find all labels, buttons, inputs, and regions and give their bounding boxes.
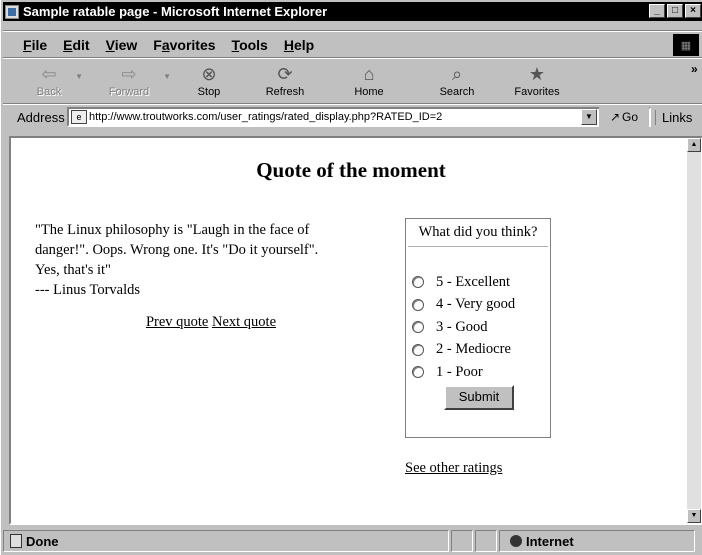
quote-line: "The Linux philosophy is "Laugh in the f… [35, 222, 310, 238]
quote-author: --- Linus Torvalds [35, 282, 141, 298]
page-icon: e [71, 110, 87, 124]
go-arrow-icon: ↗ [609, 110, 621, 124]
search-icon: ⌕ [451, 64, 463, 84]
address-dropdown-chevron-down-icon[interactable]: ▼ [581, 109, 597, 125]
radio-button[interactable] [412, 276, 424, 289]
address-bar: Address e http://www.troutworks.com/user… [3, 105, 702, 129]
radio-button[interactable] [412, 321, 424, 334]
windows-logo-icon: ▦ [673, 34, 699, 56]
radio-button[interactable] [412, 343, 424, 356]
home-button[interactable]: ⌂ Home [325, 60, 413, 104]
stop-icon: ⊗ [201, 64, 217, 84]
radio-button[interactable] [412, 366, 424, 379]
security-zone-panel: Internet [499, 530, 695, 552]
vertical-scrollbar[interactable]: ▲ ▼ [687, 138, 701, 523]
menu-bar: File Edit View Favorites Tools Help ▦ [3, 34, 702, 56]
links-button[interactable]: Links [655, 109, 692, 125]
browser-window: Sample ratable page - Microsoft Internet… [0, 0, 702, 555]
status-panel [451, 530, 473, 552]
status-text-panel: Done [3, 530, 449, 552]
rating-option-1[interactable]: 1 - Poor [412, 361, 515, 384]
forward-button[interactable]: ⇨ Forward ▼ [85, 60, 173, 104]
rating-form: What did you think? 5 - Excellent 4 - Ve… [405, 218, 551, 438]
divider [3, 57, 702, 59]
menu-help[interactable]: Help [276, 37, 322, 53]
menu-edit[interactable]: Edit [55, 37, 97, 53]
address-field[interactable]: e http://www.troutworks.com/user_ratings… [67, 107, 651, 127]
rating-option-2[interactable]: 2 - Mediocre [412, 339, 515, 362]
rating-options: 5 - Excellent 4 - Very good 3 - Good 2 -… [412, 271, 515, 384]
address-url[interactable]: http://www.troutworks.com/user_ratings/r… [89, 111, 559, 123]
refresh-button[interactable]: ⟳ Refresh [245, 60, 325, 104]
window-controls: _ □ × [649, 4, 701, 18]
address-label: Address [17, 109, 65, 125]
status-bar: Done Internet [3, 529, 702, 553]
scroll-up-icon[interactable]: ▲ [687, 138, 701, 152]
close-button[interactable]: × [685, 4, 701, 18]
radio-button[interactable] [412, 298, 424, 311]
quote-navigation: Prev quote Next quote [11, 314, 411, 331]
title-bar[interactable]: Sample ratable page - Microsoft Internet… [3, 2, 702, 21]
menu-tools[interactable]: Tools [224, 37, 276, 53]
menu-view[interactable]: View [98, 37, 146, 53]
favorites-icon: ★ [528, 64, 546, 84]
see-other-ratings-link[interactable]: See other ratings [405, 460, 502, 477]
maximize-button[interactable]: □ [667, 4, 683, 18]
divider [3, 30, 702, 32]
toolbar-overflow-chevron[interactable]: » [691, 62, 698, 76]
page-title: Quote of the moment [256, 158, 446, 182]
back-button[interactable]: ⇦ Back ▼ [13, 60, 85, 104]
chevron-down-icon[interactable]: ▼ [75, 72, 83, 81]
page-done-icon [10, 534, 22, 548]
refresh-icon: ⟳ [277, 64, 293, 84]
menu-favorites[interactable]: Favorites [145, 37, 223, 53]
web-page: Quote of the moment "The Linux philosoph… [11, 138, 691, 523]
home-icon: ⌂ [363, 64, 375, 84]
prev-quote-link[interactable]: Prev quote [146, 314, 208, 330]
scroll-down-icon[interactable]: ▼ [687, 509, 701, 523]
search-button[interactable]: ⌕ Search [413, 60, 501, 104]
rating-option-3[interactable]: 3 - Good [412, 316, 515, 339]
quote-line: danger!". Oops. Wrong one. It's "Do it y… [35, 242, 319, 258]
go-button[interactable]: ↗ Go [599, 107, 649, 127]
submit-button[interactable]: Submit [444, 385, 514, 410]
favorites-button[interactable]: ★ Favorites [501, 60, 573, 104]
ie-app-icon[interactable] [5, 4, 19, 19]
standard-toolbar: ⇦ Back ▼ ⇨ Forward ▼ ⊗ Stop ⟳ Refresh ⌂ … [13, 60, 698, 104]
content-viewport: Quote of the moment "The Linux philosoph… [9, 136, 702, 525]
forward-arrow-icon: ⇨ [121, 64, 137, 84]
chevron-down-icon[interactable]: ▼ [163, 72, 171, 81]
globe-icon [510, 535, 522, 547]
quote-line: Yes, that's it" [35, 262, 111, 278]
window-title: Sample ratable page - Microsoft Internet… [23, 4, 328, 19]
quote-text: "The Linux philosophy is "Laugh in the f… [35, 220, 385, 300]
stop-button[interactable]: ⊗ Stop [173, 60, 245, 104]
rating-question: What did you think? [408, 221, 548, 247]
status-panel [475, 530, 497, 552]
rating-option-4[interactable]: 4 - Very good [412, 294, 515, 317]
next-quote-link[interactable]: Next quote [212, 314, 276, 330]
menu-file[interactable]: File [15, 37, 55, 53]
minimize-button[interactable]: _ [649, 4, 665, 18]
back-arrow-icon: ⇦ [41, 64, 57, 84]
rating-option-5[interactable]: 5 - Excellent [412, 271, 515, 294]
